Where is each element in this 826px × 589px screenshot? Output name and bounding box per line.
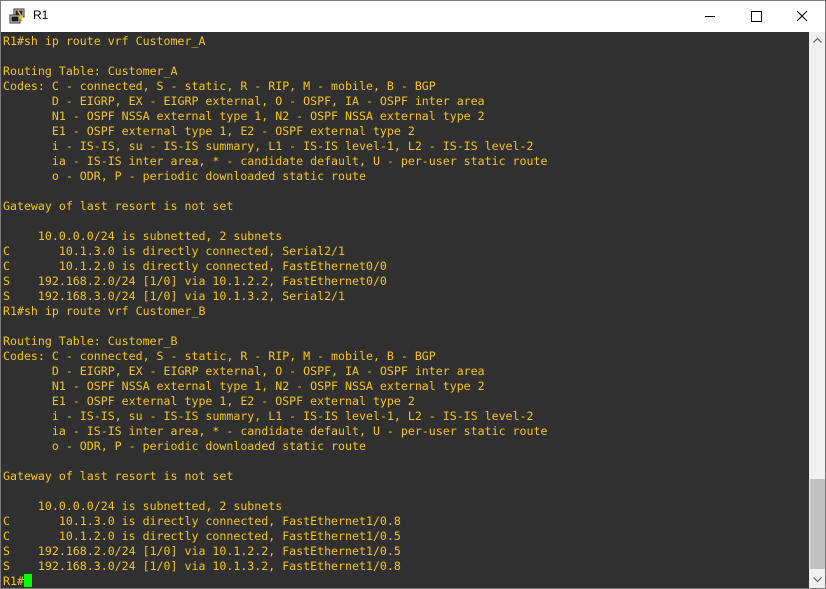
terminal-line: S 192.168.3.0/24 [1/0] via 10.1.3.2, Ser… xyxy=(3,289,346,303)
terminal-line: i - IS-IS, su - IS-IS summary, L1 - IS-I… xyxy=(3,409,534,423)
scroll-up-arrow-icon[interactable] xyxy=(809,32,826,49)
terminal-line: C 10.1.2.0 is directly connected, FastEt… xyxy=(3,529,401,543)
vertical-scrollbar[interactable] xyxy=(809,32,826,588)
scrollbar-thumb[interactable] xyxy=(810,479,825,569)
terminal-line: C 10.1.2.0 is directly connected, FastEt… xyxy=(3,259,387,273)
terminal-line: Gateway of last resort is not set xyxy=(3,469,234,483)
window-title: R1 xyxy=(33,8,49,22)
close-button[interactable] xyxy=(779,1,825,31)
terminal-line: R1#sh ip route vrf Customer_A xyxy=(3,34,206,48)
minimize-button[interactable] xyxy=(687,1,733,31)
terminal-line: D - EIGRP, EX - EIGRP external, O - OSPF… xyxy=(3,364,485,378)
putty-icon[interactable] xyxy=(9,8,25,24)
terminal-cursor xyxy=(23,574,32,587)
terminal-line: S 192.168.3.0/24 [1/0] via 10.1.3.2, Fas… xyxy=(3,559,401,573)
terminal-line: i - IS-IS, su - IS-IS summary, L1 - IS-I… xyxy=(3,139,534,153)
maximize-button[interactable] xyxy=(733,1,779,31)
putty-window: R1 R1#sh ip route vrf Customer_A Routing… xyxy=(0,0,826,589)
terminal-line: R1#sh ip route vrf Customer_B xyxy=(3,304,206,318)
terminal-line: S 192.168.2.0/24 [1/0] via 10.1.2.2, Fas… xyxy=(3,544,401,558)
terminal-line: 10.0.0.0/24 is subnetted, 2 subnets xyxy=(3,499,283,513)
terminal-line: Codes: C - connected, S - static, R - RI… xyxy=(3,349,436,363)
terminal-line: S 192.168.2.0/24 [1/0] via 10.1.2.2, Fas… xyxy=(3,274,387,288)
terminal-line: N1 - OSPF NSSA external type 1, N2 - OSP… xyxy=(3,109,485,123)
terminal-prompt: R1# xyxy=(3,574,24,588)
title-bar[interactable]: R1 xyxy=(1,1,825,31)
terminal-line: E1 - OSPF external type 1, E2 - OSPF ext… xyxy=(3,124,415,138)
terminal-line: Routing Table: Customer_B xyxy=(3,334,178,348)
terminal-line: N1 - OSPF NSSA external type 1, N2 - OSP… xyxy=(3,379,485,393)
close-icon xyxy=(796,10,808,22)
terminal-line: C 10.1.3.0 is directly connected, FastEt… xyxy=(3,514,401,528)
terminal-line: o - ODR, P - periodic downloaded static … xyxy=(3,169,366,183)
terminal-line: Routing Table: Customer_A xyxy=(3,64,178,78)
scroll-down-arrow-icon[interactable] xyxy=(809,571,826,588)
terminal-line: D - EIGRP, EX - EIGRP external, O - OSPF… xyxy=(3,94,485,108)
terminal-line: ia - IS-IS inter area, * - candidate def… xyxy=(3,154,548,168)
terminal-line: Gateway of last resort is not set xyxy=(3,199,234,213)
terminal-line: Codes: C - connected, S - static, R - RI… xyxy=(3,79,436,93)
maximize-icon xyxy=(751,11,762,22)
terminal-line: C 10.1.3.0 is directly connected, Serial… xyxy=(3,244,346,258)
terminal-line: E1 - OSPF external type 1, E2 - OSPF ext… xyxy=(3,394,415,408)
terminal-line: 10.0.0.0/24 is subnetted, 2 subnets xyxy=(3,229,283,243)
terminal-line: ia - IS-IS inter area, * - candidate def… xyxy=(3,424,548,438)
terminal-lines: R1#sh ip route vrf Customer_A Routing Ta… xyxy=(3,34,547,573)
terminal-area[interactable]: R1#sh ip route vrf Customer_A Routing Ta… xyxy=(1,32,809,588)
minimize-icon xyxy=(705,16,715,17)
terminal-line: o - ODR, P - periodic downloaded static … xyxy=(3,439,366,453)
terminal-output: R1#sh ip route vrf Customer_A Routing Ta… xyxy=(1,32,809,588)
